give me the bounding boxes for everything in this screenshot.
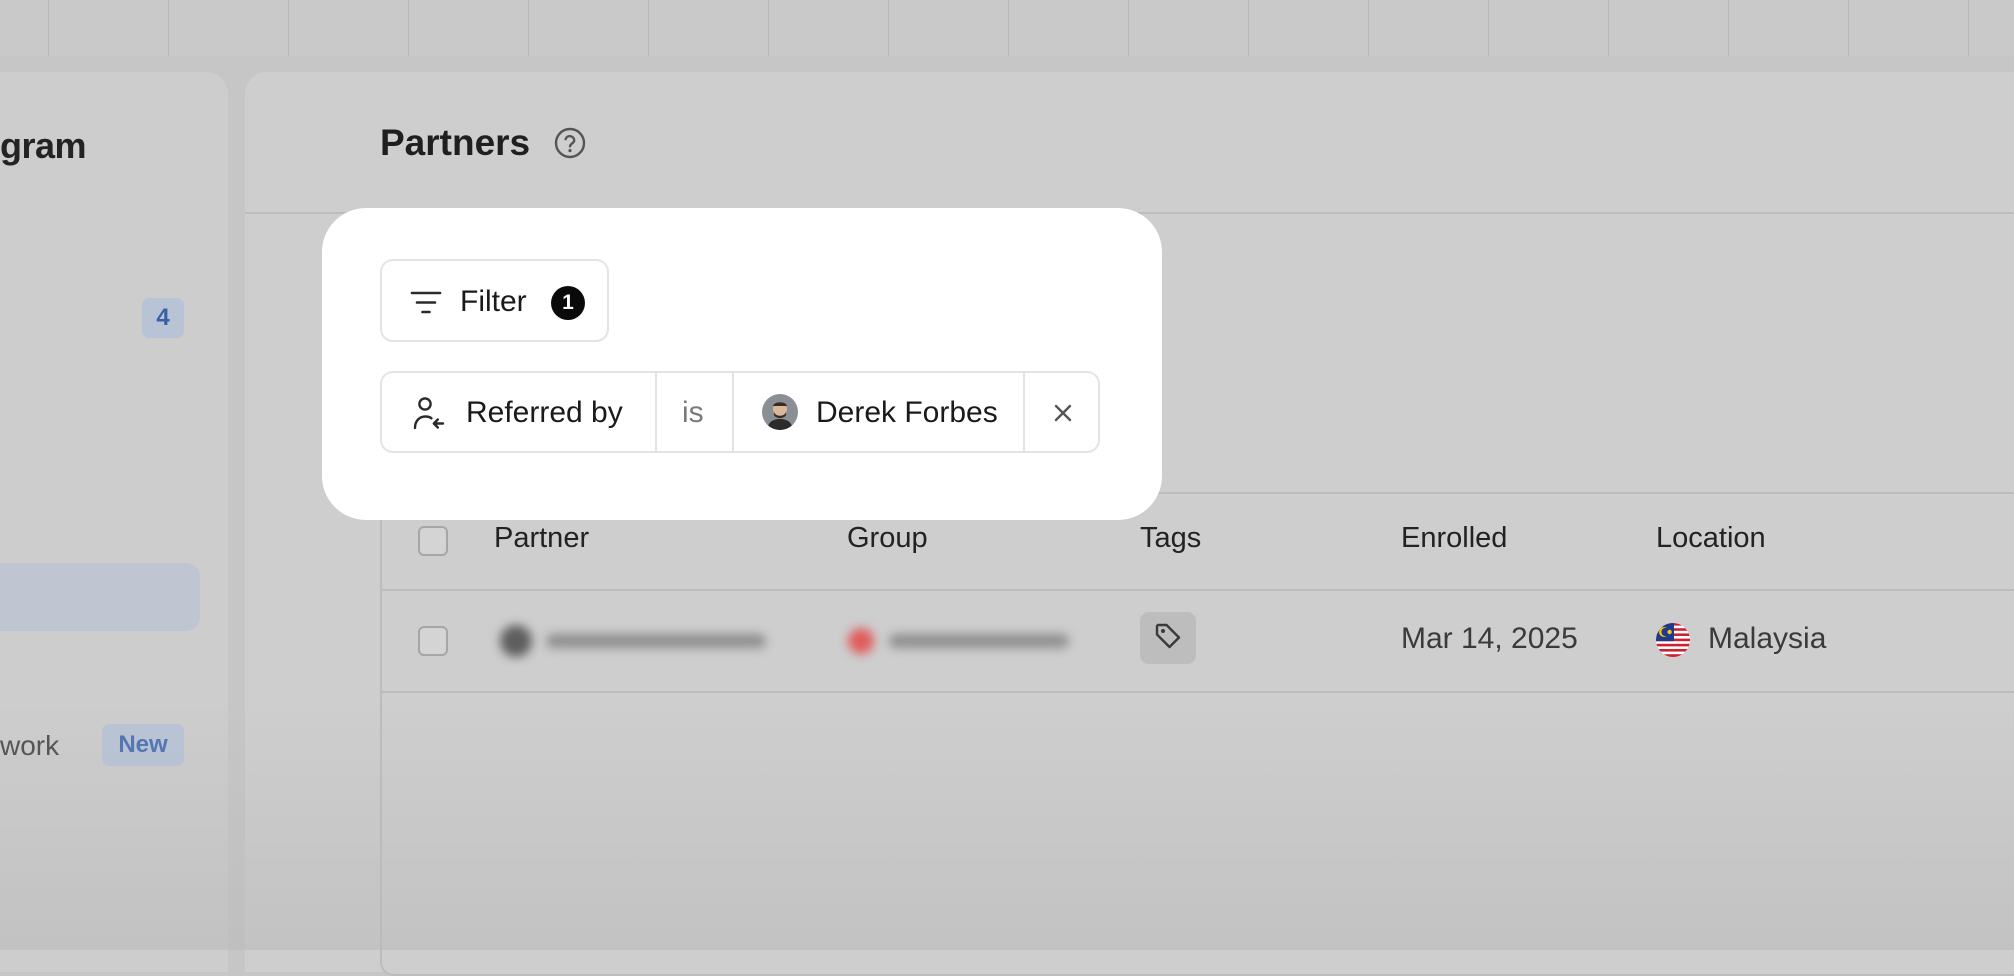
- grid-line: [528, 0, 529, 56]
- page-title: Partners: [380, 122, 531, 163]
- header-row-divider: [382, 589, 2014, 591]
- filter-lines-icon: [410, 289, 442, 322]
- grid-line: [408, 0, 409, 56]
- column-header-partner[interactable]: Partner: [494, 522, 589, 555]
- location-name: Malaysia: [1708, 622, 1827, 655]
- sidebar-count-badge: 4: [142, 298, 184, 338]
- grid-line: [1128, 0, 1129, 56]
- grid-line: [1608, 0, 1609, 56]
- column-header-tags[interactable]: Tags: [1140, 522, 1201, 555]
- sidebar-item-active[interactable]: [0, 563, 200, 631]
- select-all-checkbox[interactable]: [418, 526, 448, 556]
- avatar: [762, 394, 798, 430]
- partner-name-redacted: [494, 621, 774, 666]
- grid-line: [768, 0, 769, 56]
- grid-line: [888, 0, 889, 56]
- column-header-group[interactable]: Group: [847, 522, 928, 555]
- tag-icon: [1153, 621, 1183, 656]
- filter-field-label[interactable]: Referred by: [466, 396, 623, 430]
- grid-line: [1008, 0, 1009, 56]
- grid-line: [288, 0, 289, 56]
- malaysia-flag-icon: [1656, 623, 1690, 657]
- grid-line: [1728, 0, 1729, 56]
- column-header-enrolled[interactable]: Enrolled: [1401, 522, 1507, 555]
- row-checkbox[interactable]: [418, 626, 448, 656]
- chip-divider: [655, 373, 657, 451]
- sidebar: gram 4 work New: [0, 72, 228, 972]
- grid-line: [1368, 0, 1369, 56]
- column-header-location[interactable]: Location: [1656, 522, 1766, 555]
- grid-line: [48, 0, 49, 56]
- grid-line: [168, 0, 169, 56]
- chip-divider: [1023, 373, 1025, 451]
- grid-line: [1248, 0, 1249, 56]
- chip-divider: [732, 373, 734, 451]
- help-circle-icon[interactable]: [553, 126, 587, 160]
- add-tag-button[interactable]: [1140, 612, 1196, 664]
- top-strip: [0, 0, 2014, 56]
- partners-table: [380, 492, 2014, 976]
- new-badge: New: [102, 724, 184, 766]
- close-icon[interactable]: [1048, 398, 1078, 428]
- row-divider: [382, 691, 2014, 693]
- grid-line: [1848, 0, 1849, 56]
- sidebar-program-title: gram: [0, 125, 87, 166]
- grid-line: [1488, 0, 1489, 56]
- group-name-redacted: [843, 621, 1083, 666]
- active-filter-count-badge: 1: [551, 286, 585, 320]
- filter-button-label: Filter: [460, 285, 527, 318]
- filter-spotlight-card: Filter 1 Referred by is Derek Forbes: [322, 208, 1162, 520]
- filter-operator[interactable]: is: [682, 396, 704, 430]
- filter-value[interactable]: Derek Forbes: [816, 396, 998, 430]
- sidebar-item-network[interactable]: work: [0, 730, 59, 762]
- enrolled-date: Mar 14, 2025: [1401, 622, 1578, 655]
- user-referral-icon: [412, 395, 446, 436]
- grid-line: [1968, 0, 1969, 56]
- active-filter-chip: Referred by is Derek Forbes: [380, 371, 1100, 453]
- filter-button[interactable]: Filter 1: [380, 259, 609, 342]
- grid-line: [648, 0, 649, 56]
